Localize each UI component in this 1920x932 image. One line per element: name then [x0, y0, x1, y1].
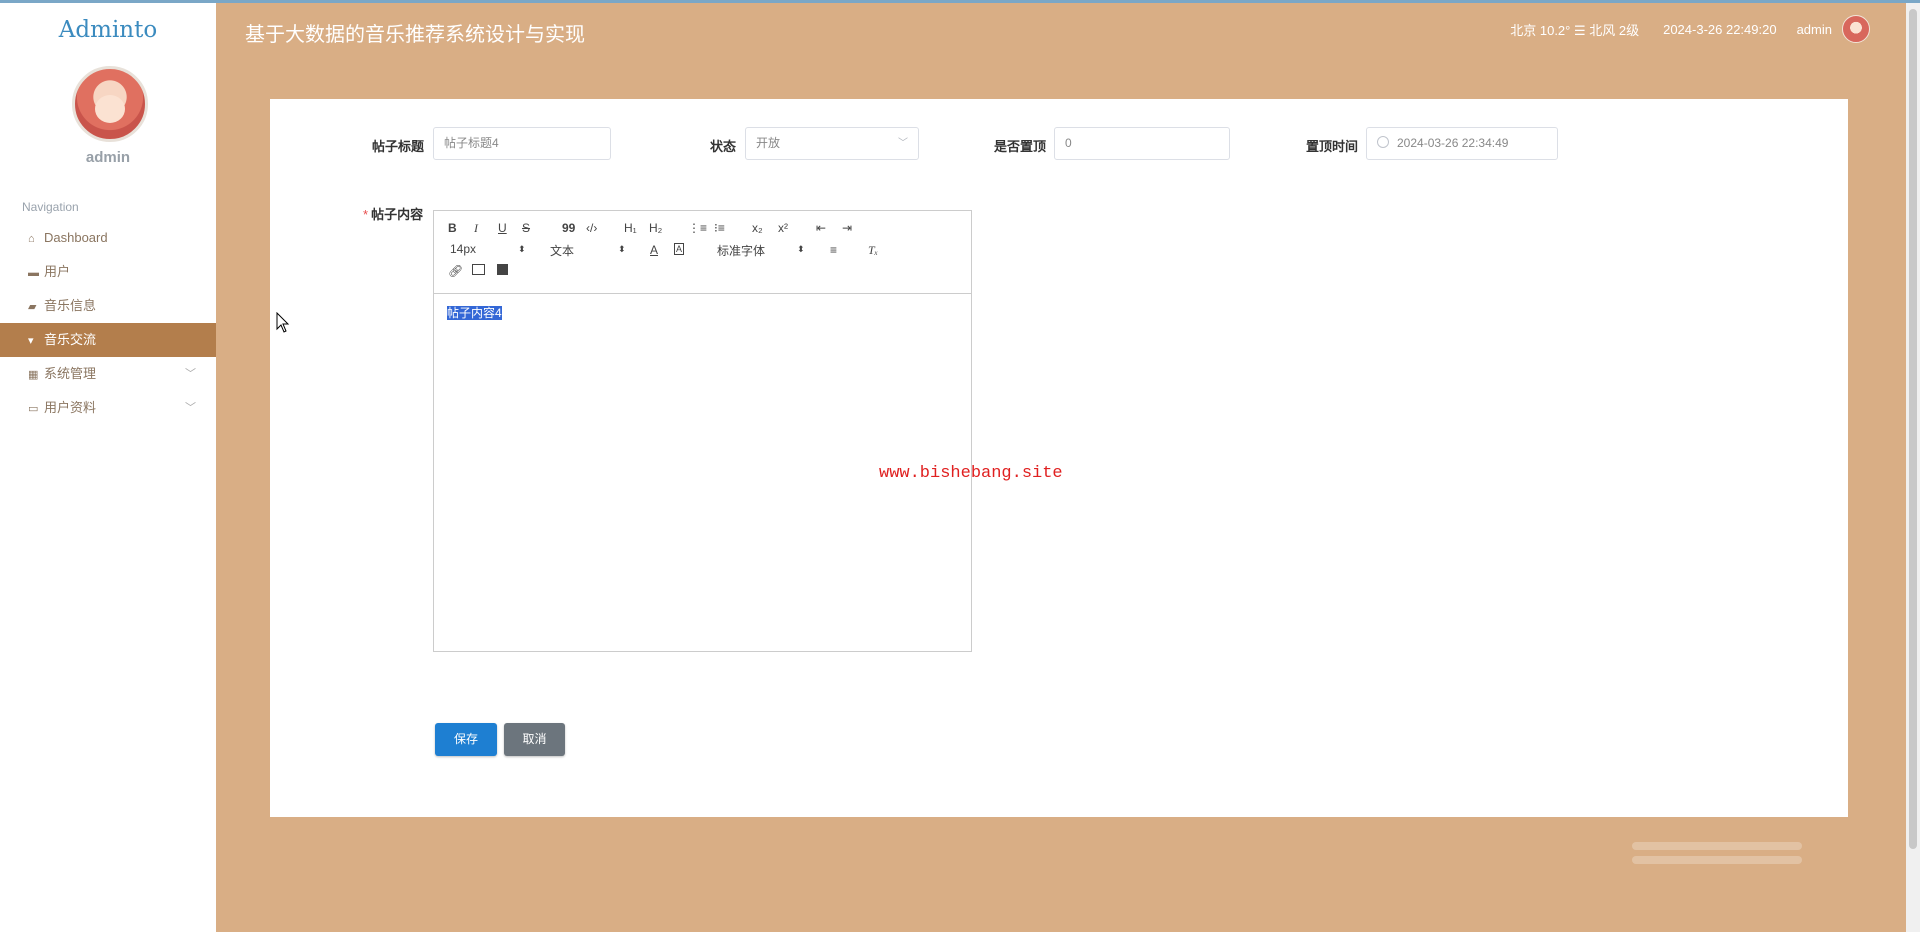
sidebar-username: admin — [85, 149, 131, 166]
background-color-button[interactable]: A — [674, 243, 685, 255]
bullet-list-button[interactable]: ⁝≡ — [714, 221, 725, 235]
font-size-select[interactable]: 14px ⬍ — [450, 242, 526, 256]
status-label: 状态 — [710, 139, 737, 154]
strike-button[interactable]: S — [522, 221, 530, 235]
header-avatar[interactable] — [1842, 15, 1870, 43]
indent-button[interactable]: ⇥ — [842, 221, 852, 235]
header-right: 北京 10.2° ☰ 北风 2级 2024-3-26 22:49:20 admi… — [1510, 15, 1870, 43]
subscript-button[interactable]: x₂ — [752, 221, 763, 235]
page-title: 基于大数据的音乐推荐系统设计与实现 — [245, 22, 585, 46]
sidebar-item-label: 用户 — [44, 264, 71, 279]
title-input[interactable]: 帖子标题4 — [433, 127, 611, 160]
mouse-cursor-icon — [276, 312, 290, 333]
scrollbar-thumb[interactable] — [1909, 9, 1917, 849]
watermark-text: www.bishebang.site — [879, 464, 1063, 483]
sidebar: Adminto admin Navigation ⌂ Dashboard ▬ 用户 … — [0, 3, 216, 932]
align-button[interactable]: ≡ — [830, 243, 837, 257]
editor-toolbar: B I U S 99 ‹/› H₁ H₂ ⋮≡ ⁝≡ x₂ x² ⇤ ⇥ 14p… — [434, 211, 971, 294]
sidebar-item-users[interactable]: ▬ 用户 — [0, 255, 216, 289]
app-logo[interactable]: Adminto — [0, 17, 216, 43]
outdent-button[interactable]: ⇤ — [816, 221, 826, 235]
sidebar-item-user-profile[interactable]: ▭ 用户资料 ﹀ — [0, 391, 216, 425]
bold-button[interactable]: B — [448, 221, 457, 235]
superscript-button[interactable]: x² — [778, 221, 788, 235]
top-time-label: 置顶时间 — [1306, 139, 1359, 154]
top-time-picker[interactable]: 2024-03-26 22:34:49 — [1366, 127, 1558, 160]
chat-icon: ▾ — [28, 335, 34, 347]
faint-watermark-logo — [1632, 842, 1802, 882]
grid-icon: ▦ — [28, 369, 39, 381]
clock-icon — [1377, 136, 1389, 148]
music-info-icon: ▰ — [28, 301, 37, 313]
h2-button[interactable]: H₂ — [649, 221, 662, 235]
select-arrows-icon: ⬍ — [618, 244, 626, 254]
select-arrows-icon: ⬍ — [518, 244, 526, 254]
font-size-select-value: 14px — [450, 242, 477, 256]
font-family-select-value: 标准字体 — [717, 244, 766, 258]
sidebar-item-system-management[interactable]: ▦ 系统管理 ﹀ — [0, 357, 216, 391]
sidebar-item-label: 系统管理 — [44, 366, 97, 381]
chevron-down-icon: ﹀ — [185, 402, 196, 414]
link-icon[interactable]: 🔗︎ — [448, 264, 463, 278]
image-icon[interactable] — [472, 264, 485, 275]
header-select-value: 文本 — [550, 244, 575, 258]
rich-text-editor: B I U S 99 ‹/› H₁ H₂ ⋮≡ ⁝≡ x₂ x² ⇤ ⇥ 14p… — [433, 210, 972, 652]
top-label: 是否置顶 — [994, 139, 1047, 154]
user-avatar — [72, 66, 148, 142]
cancel-button[interactable]: 取消 — [504, 723, 565, 756]
nav-section-title: Navigation — [22, 200, 79, 214]
code-button[interactable]: ‹/› — [586, 221, 597, 235]
profile-icon: ▭ — [28, 403, 39, 415]
required-mark: * — [363, 207, 369, 222]
content-label: * 帖子内容 — [363, 207, 424, 222]
current-datetime: 2024-3-26 22:49:20 — [1663, 21, 1777, 37]
sidebar-item-dashboard[interactable]: ⌂ Dashboard — [0, 221, 216, 255]
clean-format-button[interactable]: Tₓ — [868, 243, 878, 258]
sidebar-item-label: 音乐交流 — [44, 332, 97, 347]
header-username[interactable]: admin — [1797, 22, 1832, 37]
underline-button[interactable]: U — [498, 221, 507, 235]
italic-button[interactable]: I — [474, 221, 478, 236]
title-label: 帖子标题 — [372, 139, 425, 154]
top-accent-line — [0, 0, 1920, 3]
page-scrollbar[interactable] — [1906, 3, 1920, 932]
font-family-select[interactable]: 标准字体 ⬍ — [717, 242, 807, 259]
sidebar-item-label: Dashboard — [44, 230, 108, 245]
chevron-down-icon: ﹀ — [185, 368, 196, 380]
select-arrows-icon: ⬍ — [797, 244, 805, 254]
editor-content-text: 帖子内容4 — [447, 306, 502, 320]
sidebar-nav: ⌂ Dashboard ▬ 用户 ▰ 音乐信息 ▾ 音乐交流 ▦ 系统管理 ﹀ ▭ 用户资料… — [0, 221, 216, 425]
weather-info: 北京 10.2° ☰ 北风 2级 — [1510, 22, 1640, 38]
status-select[interactable]: 开放 ﹀ — [745, 127, 919, 160]
sidebar-item-label: 用户资料 — [44, 400, 97, 415]
sidebar-item-music-exchange[interactable]: ▾ 音乐交流 — [0, 323, 216, 357]
user-card-icon: ▬ — [28, 267, 39, 279]
save-button[interactable]: 保存 — [435, 723, 497, 756]
top-time-value: 2024-03-26 22:34:49 — [1397, 136, 1509, 150]
sidebar-item-label: 音乐信息 — [44, 298, 97, 313]
ordered-list-button[interactable]: ⋮≡ — [688, 221, 707, 235]
sidebar-item-music-info[interactable]: ▰ 音乐信息 — [0, 289, 216, 323]
text-color-button[interactable]: A — [650, 243, 658, 257]
top-input[interactable]: 0 — [1054, 127, 1230, 160]
blockquote-button[interactable]: 99 — [562, 221, 575, 235]
header-select[interactable]: 文本 ⬍ — [550, 242, 626, 259]
form-card: 帖子标题 帖子标题4 状态 开放 ﹀ 是否置顶 0 置顶时间 2024-03-2… — [270, 99, 1848, 817]
video-icon[interactable] — [497, 264, 508, 275]
h1-button[interactable]: H₁ — [624, 221, 637, 235]
status-select-value: 开放 — [756, 136, 781, 150]
home-icon: ⌂ — [28, 233, 35, 245]
chevron-down-icon: ﹀ — [898, 138, 908, 149]
